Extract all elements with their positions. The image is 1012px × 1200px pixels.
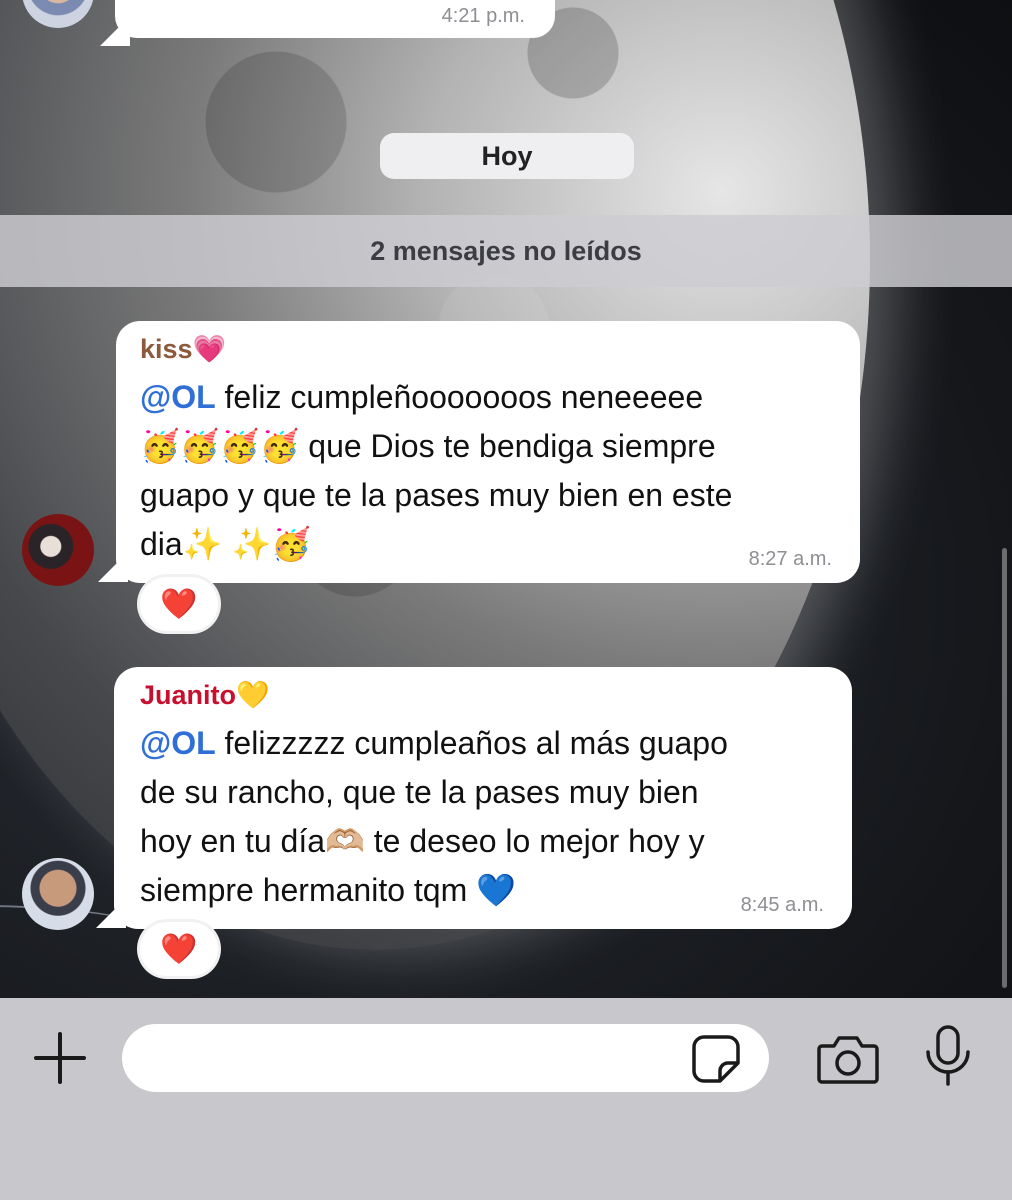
unread-messages-banner: 2 mensajes no leídos — [0, 215, 1012, 287]
message-text: @OL feliz cumpleñooooooos neneeeee 🥳🥳🥳🥳 … — [140, 373, 834, 569]
message-time: 8:45 a.m. — [740, 894, 824, 916]
date-chip: Hoy — [380, 133, 634, 179]
camera-icon — [817, 1036, 879, 1084]
microphone-button[interactable] — [922, 1024, 974, 1088]
message-line: siempre hermanito tqm 💙 — [140, 872, 516, 908]
avatar[interactable] — [22, 858, 94, 930]
message-bubble[interactable]: Juanito💛 @OL felizzzzz cumpleaños al más… — [114, 667, 852, 929]
mention[interactable]: @OL — [140, 725, 216, 761]
mention[interactable]: @OL — [140, 379, 216, 415]
message-input[interactable] — [122, 1024, 769, 1092]
message-text: @OL felizzzzz cumpleaños al más guapo de… — [140, 719, 826, 915]
message-line: feliz cumpleñooooooos neneeeee — [215, 379, 704, 415]
message-time: 4:21 p.m. — [441, 5, 525, 27]
message-line: dia✨ ✨🥳 — [140, 526, 312, 562]
plus-icon — [34, 1032, 86, 1084]
sticker-button[interactable] — [690, 1033, 742, 1085]
sticker-icon — [692, 1035, 740, 1083]
sender-name[interactable]: kiss💗 — [140, 333, 834, 365]
scrollbar[interactable] — [1002, 548, 1007, 988]
message-line: hoy en tu día🫶🏼 te deseo lo mejor hoy y — [140, 823, 705, 859]
message-line: felizzzzz cumpleaños al más guapo — [215, 725, 728, 761]
message-bubble[interactable]: kiss💗 @OL feliz cumpleñooooooos neneeeee… — [116, 321, 860, 583]
message-line: 🥳🥳🥳🥳 que Dios te bendiga siempre — [140, 428, 716, 464]
attach-button[interactable] — [32, 1030, 88, 1086]
message-time: 8:27 a.m. — [748, 548, 832, 570]
reaction-badge[interactable]: ❤️ — [140, 577, 218, 631]
message-line: guapo y que te la pases muy bien en este — [140, 477, 733, 513]
message-line: de su rancho, que te la pases muy bien — [140, 774, 699, 810]
camera-button[interactable] — [816, 1030, 880, 1086]
heart-icon: ❤️ — [160, 932, 198, 966]
previous-message-bubble[interactable]: 4:21 p.m. — [115, 0, 555, 38]
avatar[interactable] — [22, 514, 94, 586]
sender-name[interactable]: Juanito💛 — [140, 679, 826, 711]
reaction-badge[interactable]: ❤️ — [140, 922, 218, 976]
heart-icon: ❤️ — [160, 587, 198, 621]
microphone-icon — [926, 1025, 970, 1086]
